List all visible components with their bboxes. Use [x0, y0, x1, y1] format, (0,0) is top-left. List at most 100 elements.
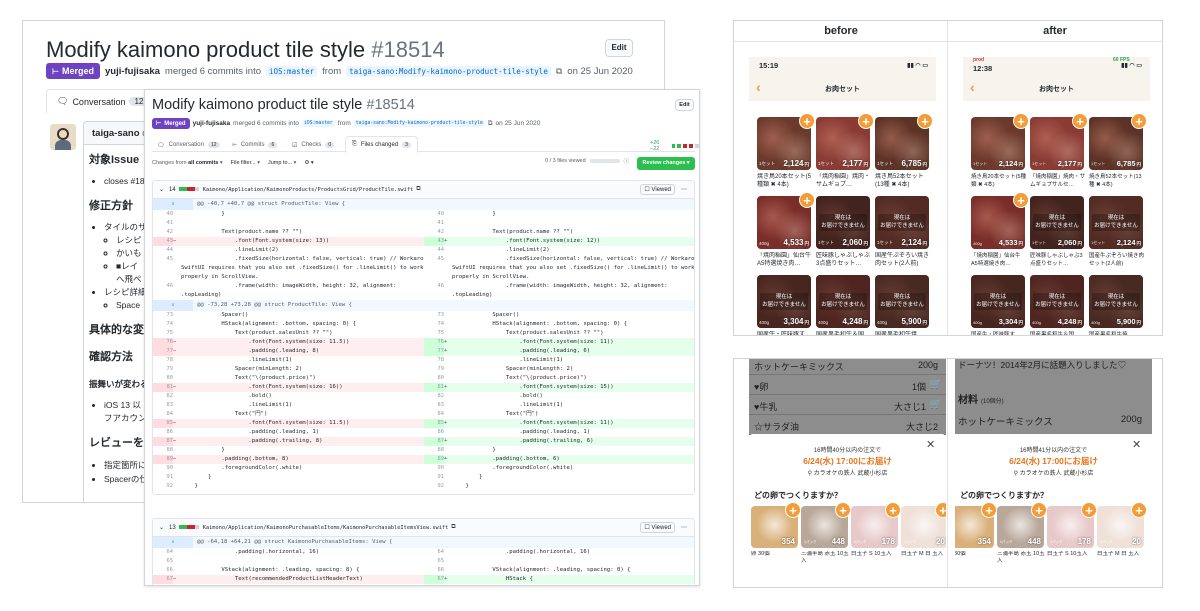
line-number-right[interactable]: 76	[424, 338, 444, 347]
cart-icon[interactable]: 🛒	[930, 399, 942, 410]
tab-conversation[interactable]: 🗨 Conversation 12	[46, 89, 160, 114]
line-number-right[interactable]: 85	[424, 419, 444, 428]
add-to-cart-button[interactable]: +	[1013, 192, 1029, 208]
line-number-left[interactable]: 41	[153, 219, 174, 228]
add-to-cart-button[interactable]: +	[885, 502, 901, 518]
expand-lines-icon[interactable]: ⇕	[153, 199, 193, 210]
product-tile[interactable]: 現在は お届けできません 1セット 2,060円	[816, 196, 870, 249]
review-changes-button[interactable]: Review changes ▾	[637, 157, 695, 170]
line-number-left[interactable]: 43	[153, 237, 173, 246]
line-number-left[interactable]: 88	[153, 446, 174, 455]
line-number-right[interactable]: 65	[424, 557, 445, 566]
line-number-left[interactable]: 65	[153, 557, 174, 566]
tab-commits[interactable]: ⟜ Commits 6	[232, 138, 278, 152]
edit-button[interactable]: Edit	[675, 99, 694, 111]
add-to-cart-button[interactable]: +	[799, 113, 815, 129]
line-number-right[interactable]: 75	[424, 329, 445, 338]
line-number-right[interactable]: 83	[424, 401, 445, 410]
line-number-right[interactable]: 46	[424, 282, 445, 291]
info-icon[interactable]: ⓘ	[624, 157, 630, 165]
line-number-left[interactable]: 87	[153, 437, 173, 446]
add-to-cart-button[interactable]: +	[785, 502, 801, 518]
head-branch[interactable]: taiga-sano:Modify-kaimono-product-tile-s…	[346, 65, 551, 77]
author-link[interactable]: yuji-fujisaka	[105, 66, 160, 77]
line-number-left[interactable]: 46	[153, 282, 174, 291]
line-number-left[interactable]: 83	[153, 401, 174, 410]
changes-from-menu[interactable]: Changes from all commits ▾	[152, 160, 223, 166]
tab-files-changed[interactable]: ⎘ Files changed 3	[345, 136, 418, 153]
head-branch[interactable]: taiga-sano:Modify-kaimono-product-tile-s…	[353, 120, 485, 127]
avatar[interactable]	[50, 124, 76, 150]
add-to-cart-button[interactable]: +	[1013, 113, 1029, 129]
tab-conversation[interactable]: 🗨 Conversation 12	[157, 138, 220, 152]
more-options-icon[interactable]: ⋯	[681, 524, 687, 531]
product-tile[interactable]: 現在は お届けできません 400g 4,248円	[1030, 275, 1084, 328]
collapse-chevron-icon[interactable]: ⌄	[159, 186, 164, 193]
line-number-right[interactable]: 87	[424, 437, 444, 446]
file-filter-menu[interactable]: File filter... ▾	[231, 160, 260, 166]
line-number-left[interactable]: 85	[153, 419, 173, 428]
author-link[interactable]: yuji-fujisaka	[193, 120, 231, 127]
line-number-left[interactable]: 78	[153, 356, 174, 365]
product-tile[interactable]: 現在は お届けできません 400g 4,248円	[816, 275, 870, 328]
viewed-checkbox[interactable]: ☐ Viewed	[640, 522, 675, 533]
base-branch[interactable]: iOS:master	[266, 65, 318, 77]
add-to-cart-button[interactable]: +	[799, 192, 815, 208]
line-number-left[interactable]: 79	[153, 365, 174, 374]
copy-path-icon[interactable]: ⧉	[416, 186, 420, 193]
add-to-cart-button[interactable]: +	[858, 113, 874, 129]
add-to-cart-button[interactable]: +	[1072, 113, 1088, 129]
line-number-right[interactable]: 66	[424, 566, 445, 575]
line-number-left[interactable]: 84	[153, 410, 174, 419]
line-number-left[interactable]: 82	[153, 392, 174, 401]
issue-link[interactable]: closes #18	[104, 176, 145, 186]
add-to-cart-button[interactable]: +	[1081, 502, 1097, 518]
more-options-icon[interactable]: ⋯	[681, 186, 687, 193]
jump-to-menu[interactable]: Jump to... ▾	[268, 160, 296, 166]
product-tile[interactable]: 現在は お届けできません 400g 5,900円	[875, 275, 929, 328]
line-number-left[interactable]: 77	[153, 347, 173, 356]
file-path[interactable]: Kaimono/Application/KaimonoProducts/Prod…	[203, 187, 413, 193]
line-number-left[interactable]: 92	[153, 482, 174, 491]
add-to-cart-button[interactable]: +	[917, 113, 933, 129]
copy-icon[interactable]: ⧉	[488, 120, 493, 128]
line-number-left[interactable]: 75	[153, 329, 174, 338]
add-to-cart-button[interactable]: +	[1131, 502, 1147, 518]
line-number-left[interactable]: 91	[153, 473, 174, 482]
product-tile[interactable]: 現在は お届けできません 400g 5,900円	[1089, 275, 1143, 328]
line-number-right[interactable]: 88	[424, 446, 445, 455]
line-number-right[interactable]: 74	[424, 320, 445, 329]
product-tile[interactable]: 現在は お届けできません 400g 3,304円	[757, 275, 811, 328]
line-number-right[interactable]: 92	[424, 482, 445, 491]
line-number-right[interactable]: 45	[424, 255, 445, 264]
line-number-left[interactable]: 64	[153, 548, 174, 557]
settings-gear-icon[interactable]: ⚙ ▾	[304, 160, 313, 166]
product-tile[interactable]: 現在は お届けできません 1セット 2,124円	[1089, 196, 1143, 249]
copy-icon[interactable]: ⧉	[556, 66, 562, 77]
edit-button[interactable]: Edit	[605, 39, 633, 57]
line-number-right[interactable]: 77	[424, 347, 444, 356]
line-number-right[interactable]: 41	[424, 219, 445, 228]
base-branch[interactable]: iOS:master	[301, 120, 335, 127]
line-number-left[interactable]: 44	[153, 246, 174, 255]
line-number-right[interactable]: 40	[424, 210, 445, 219]
line-number-left[interactable]: 81	[153, 383, 173, 392]
line-number-right[interactable]: 78	[424, 356, 445, 365]
line-number-left[interactable]: 40	[153, 210, 174, 219]
add-to-cart-button[interactable]: +	[981, 502, 997, 518]
collapse-chevron-icon[interactable]: ⌄	[159, 524, 164, 531]
add-to-cart-button[interactable]: +	[835, 502, 851, 518]
line-number-right[interactable]: 82	[424, 392, 445, 401]
line-number-right[interactable]: 89	[424, 455, 444, 464]
line-number-left[interactable]: 89	[153, 455, 173, 464]
line-number-left[interactable]: 86	[153, 428, 174, 437]
commenter-name[interactable]: taiga-sano	[92, 128, 140, 139]
line-number-right[interactable]: 73	[424, 311, 445, 320]
line-number-right[interactable]: 67	[424, 575, 444, 584]
viewed-checkbox[interactable]: ☐ Viewed	[640, 184, 675, 195]
line-number-right[interactable]: 80	[424, 374, 445, 383]
line-number-right[interactable]: 86	[424, 428, 445, 437]
line-number-right[interactable]: 42	[424, 228, 445, 237]
line-number-right[interactable]: 90	[424, 464, 445, 473]
line-number-right[interactable]: 43	[424, 237, 444, 246]
